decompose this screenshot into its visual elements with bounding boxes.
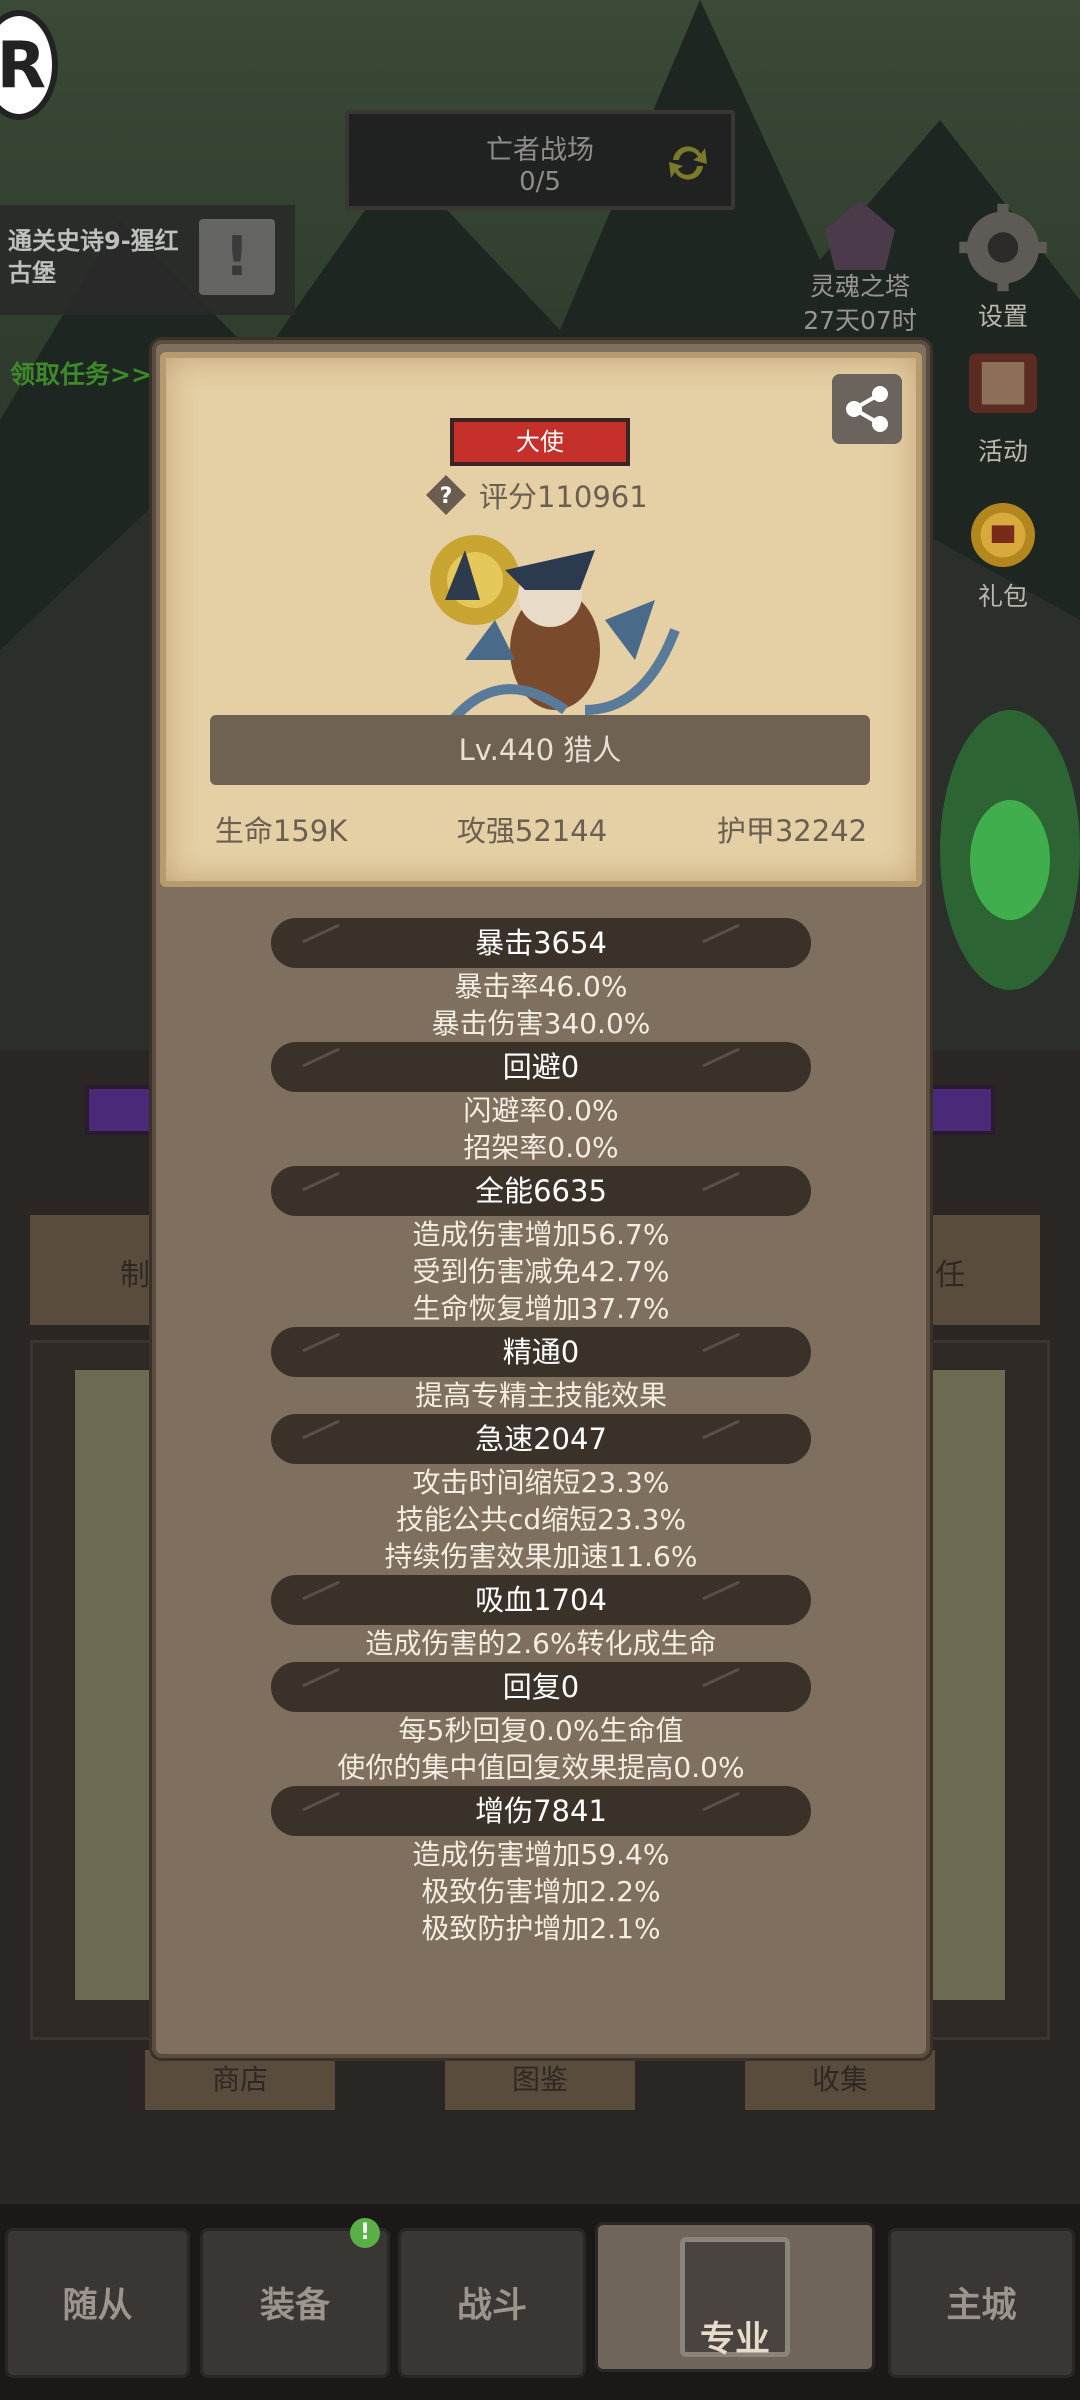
scroll-icon: [969, 353, 1037, 413]
settings-label: 设置: [977, 302, 1028, 331]
claim-task-link[interactable]: 领取任务>>: [10, 355, 152, 391]
bottom-navigation: 随从 装备 战斗 专业 主城: [0, 2200, 1080, 2400]
stat-group: 回避0 闪避率0.0% 招架率0.0%: [160, 1042, 922, 1166]
stat-group: 增伤7841 造成伤害增加59.4% 极致伤害增加2.2% 极致防护增加2.1%: [160, 1786, 922, 1947]
codex-button[interactable]: 图鉴: [445, 2050, 635, 2110]
stat-detail-line: 闪避率0.0%: [463, 1094, 619, 1127]
stat-detail-line: 极致防护增加2.1%: [421, 1912, 661, 1945]
stat-group: 回复0 每5秒回复0.0%生命值使你的集中值回复效果提高0.0%: [160, 1662, 922, 1786]
quest-tracker[interactable]: 通关史诗9-猩红古堡 !: [0, 205, 295, 315]
nav-followers[interactable]: 随从: [5, 2228, 190, 2378]
nav-battle[interactable]: 战斗: [398, 2228, 586, 2378]
gift-pack-button[interactable]: 礼包: [948, 495, 1058, 613]
refresh-icon[interactable]: [663, 138, 713, 188]
soul-tower-button[interactable]: 灵魂之塔 27天07时: [790, 200, 930, 338]
rank-badge: 大使: [450, 418, 630, 466]
primary-stats: 生命159K 攻强52144 护甲32242: [160, 808, 922, 850]
soul-tower-timer: 27天07时: [803, 306, 917, 335]
stat-detail-line: 使你的集中值回复效果提高0.0%: [337, 1751, 745, 1784]
stat-group: 精通0 提高专精主技能效果: [160, 1327, 922, 1414]
stat-group-title: 吸血1704: [271, 1575, 811, 1625]
stat-detail-line: 技能公共cd缩短23.3%: [395, 1503, 687, 1536]
stat-detail-line: 每5秒回复0.0%生命值: [398, 1714, 684, 1747]
background-tab-left: 制: [120, 1258, 150, 1293]
stat-group-title: 回避0: [271, 1042, 811, 1092]
quest-text: 通关史诗9-猩红古堡: [8, 227, 179, 287]
stat-detail-line: 暴击伤害340.0%: [431, 1007, 651, 1040]
share-icon[interactable]: [832, 374, 902, 444]
tower-icon: [825, 200, 895, 270]
stat-group: 急速2047 攻击时间缩短23.3% 技能公共cd缩短23.3% 持续伤害效果加速11…: [160, 1414, 922, 1575]
events-button[interactable]: 活动: [948, 345, 1058, 468]
svg-text:?: ?: [440, 484, 453, 509]
stat-detail-line: 攻击时间缩短23.3%: [412, 1466, 670, 1499]
stat-detail-line: 受到伤害减免42.7%: [412, 1255, 670, 1288]
nav-profession[interactable]: 专业: [595, 2222, 875, 2372]
nav-equipment[interactable]: 装备: [200, 2228, 390, 2378]
hero-portrait: [430, 535, 680, 733]
shop-button[interactable]: 商店: [145, 2050, 335, 2110]
stat-detail-line: 造成伤害的2.6%转化成生命: [365, 1627, 717, 1660]
stat-group-title: 增伤7841: [271, 1786, 811, 1836]
armor-stat: 护甲32242: [716, 814, 868, 848]
stat-group-title: 精通0: [271, 1327, 811, 1377]
stat-detail-line: 暴击率46.0%: [454, 970, 628, 1003]
stat-detail-line: 持续伤害效果加速11.6%: [384, 1540, 698, 1573]
stat-group: 暴击3654 暴击率46.0% 暴击伤害340.0%: [160, 918, 922, 1042]
stat-group-title: 回复0: [271, 1662, 811, 1712]
stat-detail-line: 造成伤害增加59.4%: [412, 1838, 670, 1871]
collection-button[interactable]: 收集: [745, 2050, 935, 2110]
events-label: 活动: [977, 437, 1028, 466]
attack-power-stat: 攻强52144: [456, 814, 608, 848]
health-stat: 生命159K: [214, 814, 348, 848]
stat-group-title: 急速2047: [271, 1414, 811, 1464]
soul-tower-name: 灵魂之塔: [809, 272, 910, 301]
gift-icon: [971, 503, 1035, 567]
notification-badge: !: [350, 2218, 380, 2248]
stat-detail-line: 招架率0.0%: [463, 1131, 619, 1164]
stat-group-title: 全能6635: [271, 1166, 811, 1216]
stat-detail-line: 极致伤害增加2.2%: [421, 1875, 661, 1908]
nav-main-city[interactable]: 主城: [888, 2228, 1075, 2378]
secondary-stats-list[interactable]: 暴击3654 暴击率46.0% 暴击伤害340.0% 回避0 闪避率0.0% 招架率0.0…: [160, 918, 922, 1947]
background-tab-right: 任: [935, 1258, 965, 1293]
stat-detail-line: 提高专精主技能效果: [414, 1379, 667, 1412]
exclamation-icon: !: [199, 219, 275, 295]
stat-detail-line: 造成伤害增加56.7%: [412, 1218, 670, 1251]
stat-group-title: 暴击3654: [271, 918, 811, 968]
stat-group: 全能6635 造成伤害增加56.7% 受到伤害减免42.7% 生命恢复增加37.7%: [160, 1166, 922, 1327]
level-class-bar: Lv.440 猎人: [210, 715, 870, 785]
stat-detail-line: 生命恢复增加37.7%: [412, 1292, 670, 1325]
gear-icon: [959, 203, 1047, 292]
nav-profession-label: 专业: [699, 2320, 770, 2360]
gift-pack-label: 礼包: [977, 582, 1028, 611]
settings-button[interactable]: 设置: [948, 200, 1058, 333]
battlefield-panel[interactable]: 亡者战场 0/5: [345, 110, 735, 210]
stat-group: 吸血1704 造成伤害的2.6%转化成生命: [160, 1575, 922, 1662]
